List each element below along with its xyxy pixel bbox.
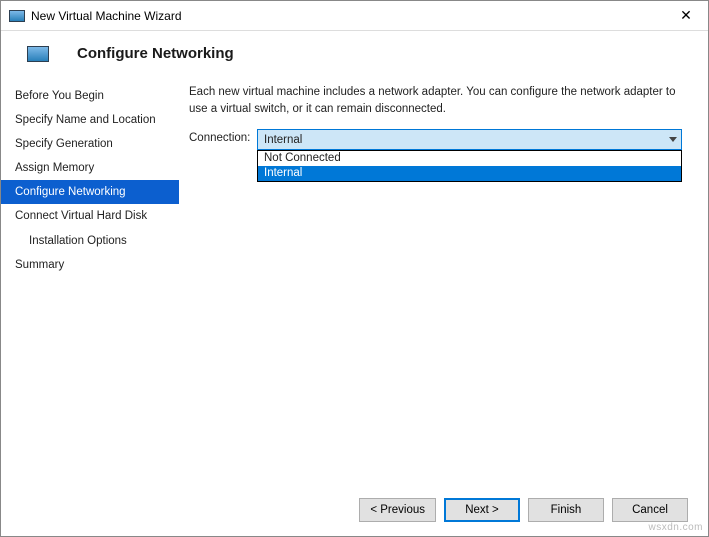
monitor-icon xyxy=(27,46,49,62)
window-title: New Virtual Machine Wizard xyxy=(31,9,664,23)
step-assign-memory[interactable]: Assign Memory xyxy=(1,156,179,180)
option-not-connected[interactable]: Not Connected xyxy=(258,151,681,166)
connection-row: Connection: Internal Not Connected Inter… xyxy=(189,129,682,150)
finish-button[interactable]: Finish xyxy=(528,498,604,522)
titlebar: New Virtual Machine Wizard ✕ xyxy=(1,1,708,31)
page-title: Configure Networking xyxy=(77,45,234,62)
step-connect-vhd[interactable]: Connect Virtual Hard Disk xyxy=(1,204,179,228)
wizard-footer: < Previous Next > Finish Cancel xyxy=(1,488,708,536)
wizard-header: Configure Networking xyxy=(1,31,708,80)
step-specify-generation[interactable]: Specify Generation xyxy=(1,132,179,156)
connection-dropdown-list: Not Connected Internal xyxy=(257,150,682,182)
connection-dropdown[interactable]: Internal xyxy=(257,129,682,150)
step-before-you-begin[interactable]: Before You Begin xyxy=(1,84,179,108)
app-icon xyxy=(9,10,25,22)
connection-label: Connection: xyxy=(189,129,257,144)
wizard-window: New Virtual Machine Wizard ✕ Configure N… xyxy=(0,0,709,537)
previous-button[interactable]: < Previous xyxy=(359,498,436,522)
wizard-body: Before You Begin Specify Name and Locati… xyxy=(1,80,708,488)
step-summary[interactable]: Summary xyxy=(1,253,179,277)
step-specify-name-location[interactable]: Specify Name and Location xyxy=(1,108,179,132)
steps-sidebar: Before You Begin Specify Name and Locati… xyxy=(1,80,179,488)
description-text: Each new virtual machine includes a netw… xyxy=(189,84,682,117)
option-internal[interactable]: Internal xyxy=(258,166,681,181)
next-button[interactable]: Next > xyxy=(444,498,520,522)
step-configure-networking[interactable]: Configure Networking xyxy=(1,180,179,204)
cancel-button[interactable]: Cancel xyxy=(612,498,688,522)
connection-selected-value: Internal xyxy=(264,134,302,146)
step-installation-options[interactable]: Installation Options xyxy=(1,229,179,253)
chevron-down-icon xyxy=(669,137,677,142)
content-pane: Each new virtual machine includes a netw… xyxy=(179,80,708,488)
connection-combo-wrap: Internal Not Connected Internal xyxy=(257,129,682,150)
close-button[interactable]: ✕ xyxy=(664,2,708,30)
